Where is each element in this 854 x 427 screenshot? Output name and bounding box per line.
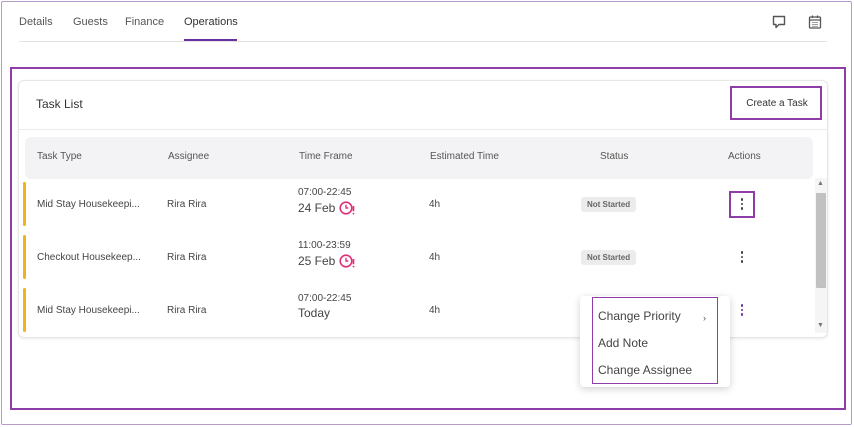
date-line: Today	[298, 306, 351, 320]
date: 25 Feb	[298, 254, 336, 268]
assignee: Rira Rira	[167, 252, 207, 263]
time-frame: 07:00-22:45 Today	[298, 293, 351, 320]
menu-highlight	[592, 297, 718, 384]
assignee: Rira Rira	[167, 305, 207, 316]
estimated-time: 4h	[429, 252, 441, 263]
status-badge: Not Started	[581, 197, 637, 212]
tab-operations[interactable]: Operations	[184, 16, 238, 28]
column-header-assignee: Assignee	[168, 151, 210, 162]
column-header-task-type: Task Type	[37, 151, 82, 162]
estimated-time: 4h	[429, 199, 441, 210]
table-header: Task Type Assignee Time Frame Estimated …	[25, 137, 813, 179]
card-title: Task List	[36, 97, 83, 111]
tab-details[interactable]: Details	[19, 16, 53, 28]
calendar-icon[interactable]	[807, 14, 823, 30]
tab-bar: Details Guests Finance Operations	[19, 0, 827, 42]
scroll-up-arrow[interactable]: ▲	[817, 180, 824, 187]
tab-guests[interactable]: Guests	[73, 16, 108, 28]
date: Today	[298, 306, 331, 320]
create-button-highlight	[730, 86, 822, 120]
actions-highlight	[729, 191, 755, 218]
active-tab-indicator	[184, 39, 237, 41]
table-row[interactable]: Checkout Housekeep... Rira Rira 11:00-23…	[23, 232, 813, 282]
column-header-estimated-time: Estimated Time	[430, 151, 499, 162]
priority-bar	[23, 182, 26, 226]
time-frame: 11:00-23:59 25 Feb	[298, 240, 356, 269]
chat-icon[interactable]	[771, 14, 787, 30]
time-range: 07:00-22:45	[298, 293, 352, 304]
tab-finance[interactable]: Finance	[125, 16, 164, 28]
row-actions-button[interactable]	[735, 302, 749, 318]
time-frame: 07:00-22:45 24 Feb	[298, 187, 356, 216]
task-type: Mid Stay Housekeepi...	[37, 199, 140, 210]
divider	[19, 129, 827, 130]
scroll-thumb[interactable]	[816, 193, 826, 288]
column-header-time-frame: Time Frame	[299, 151, 353, 162]
row-actions-button[interactable]	[735, 249, 749, 265]
clock-alert-icon	[339, 254, 355, 268]
scroll-down-arrow[interactable]: ▼	[817, 322, 824, 329]
clock-alert-icon	[339, 201, 355, 215]
time-range: 07:00-22:45	[298, 187, 352, 198]
estimated-time: 4h	[429, 305, 441, 316]
task-type: Checkout Housekeep...	[37, 252, 141, 263]
time-range: 11:00-23:59	[298, 240, 351, 251]
date: 24 Feb	[298, 201, 336, 215]
table-row[interactable]: Mid Stay Housekeepi... Rira Rira 07:00-2…	[23, 179, 813, 229]
assignee: Rira Rira	[167, 199, 207, 210]
status-badge: Not Started	[581, 250, 637, 265]
date-line: 25 Feb	[298, 253, 356, 269]
task-type: Mid Stay Housekeepi...	[37, 305, 140, 316]
table-scrollbar[interactable]: ▲ ▼	[815, 178, 827, 333]
column-header-status: Status	[600, 151, 629, 162]
priority-bar	[23, 288, 26, 332]
column-header-actions: Actions	[728, 151, 761, 162]
date-line: 24 Feb	[298, 200, 356, 216]
priority-bar	[23, 235, 26, 279]
